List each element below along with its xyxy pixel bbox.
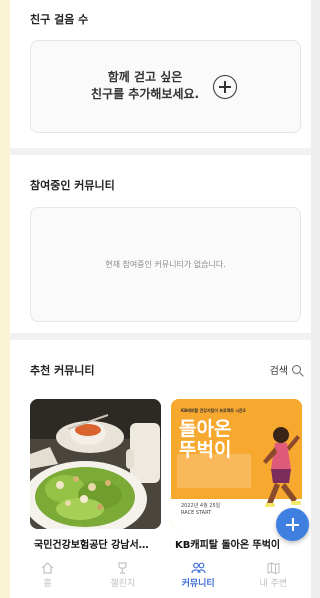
home-icon [41, 562, 54, 574]
add-friend-card[interactable]: 함께 걷고 싶은 친구를 추가해보세요. [30, 40, 301, 133]
tab-nearby[interactable]: 내 주변 [236, 553, 311, 598]
create-community-fab[interactable] [276, 508, 309, 541]
tab-home[interactable]: 홈 [10, 553, 85, 598]
tab-home-label: 홈 [43, 579, 52, 589]
poster-title: 돌아온 뚜벅이 [179, 419, 231, 461]
friends-steps-section: 친구 걸음 수 함께 걷고 싶은 친구를 추가해보세요. [10, 0, 311, 148]
poster-header: KB캐피탈 건강지킴이 프로젝트 시즌2 [181, 408, 246, 413]
add-friend-prompt-line1: 함께 걷고 싶은 [107, 70, 183, 84]
poster-date: 2022년 4월 25일 [181, 503, 221, 509]
poster-race-start: RACE START [181, 510, 212, 516]
add-friend-plus-icon[interactable] [213, 75, 237, 99]
community-name-1[interactable]: 국민건강보험공단 강남서… [34, 536, 165, 551]
trophy-icon [118, 562, 127, 574]
joined-community-title: 참여중인 커뮤니티 [30, 179, 115, 192]
salad-photo-image [30, 399, 161, 529]
add-friend-prompt-line2: 친구를 추가해보세요. [91, 87, 200, 101]
poster-date-block: 2022년 4월 25일 RACE START [181, 503, 220, 517]
community-search-label: 검색 [269, 366, 288, 377]
add-friend-prompt: 함께 걷고 싶은 친구를 추가해보세요. [91, 69, 199, 103]
joined-community-empty-card: 현재 참여중인 커뮤니티가 없습니다. [30, 207, 301, 322]
joined-community-section: 참여중인 커뮤니티 현재 참여중인 커뮤니티가 없습니다. [10, 155, 311, 333]
community-thumbnail-poster[interactable]: KB캐피탈 건강지킴이 프로젝트 시즌2 돌아온 뚜벅이 2022년 4월 25… [171, 399, 302, 529]
tab-challenge-label: 챌린지 [110, 579, 136, 589]
friends-steps-title: 친구 걸음 수 [30, 13, 89, 26]
search-icon [292, 365, 301, 374]
map-icon [267, 562, 280, 574]
app-screen: 친구 걸음 수 함께 걷고 싶은 친구를 추가해보세요. 참여중인 커뮤니티 현… [0, 0, 311, 598]
poster-title-line1: 돌아온 [179, 418, 232, 440]
community-icon [191, 562, 206, 574]
left-edge-strip [0, 0, 10, 598]
bottom-tab-bar: 홈 챌린지 커뮤니티 내 주변 [10, 553, 311, 598]
recommended-community-title: 추천 커뮤니티 [30, 364, 95, 377]
poster-title-line2: 뚜벅이 [179, 439, 232, 461]
community-thumbnail-salad[interactable] [30, 399, 161, 529]
tab-nearby-label: 내 주변 [259, 579, 288, 589]
tab-challenge[interactable]: 챌린지 [85, 553, 160, 598]
community-search-button[interactable]: 검색 [270, 362, 301, 377]
joined-community-empty-message: 현재 참여중인 커뮤니티가 없습니다. [105, 260, 226, 269]
tab-community[interactable]: 커뮤니티 [161, 553, 236, 598]
tab-community-label: 커뮤니티 [181, 579, 215, 589]
